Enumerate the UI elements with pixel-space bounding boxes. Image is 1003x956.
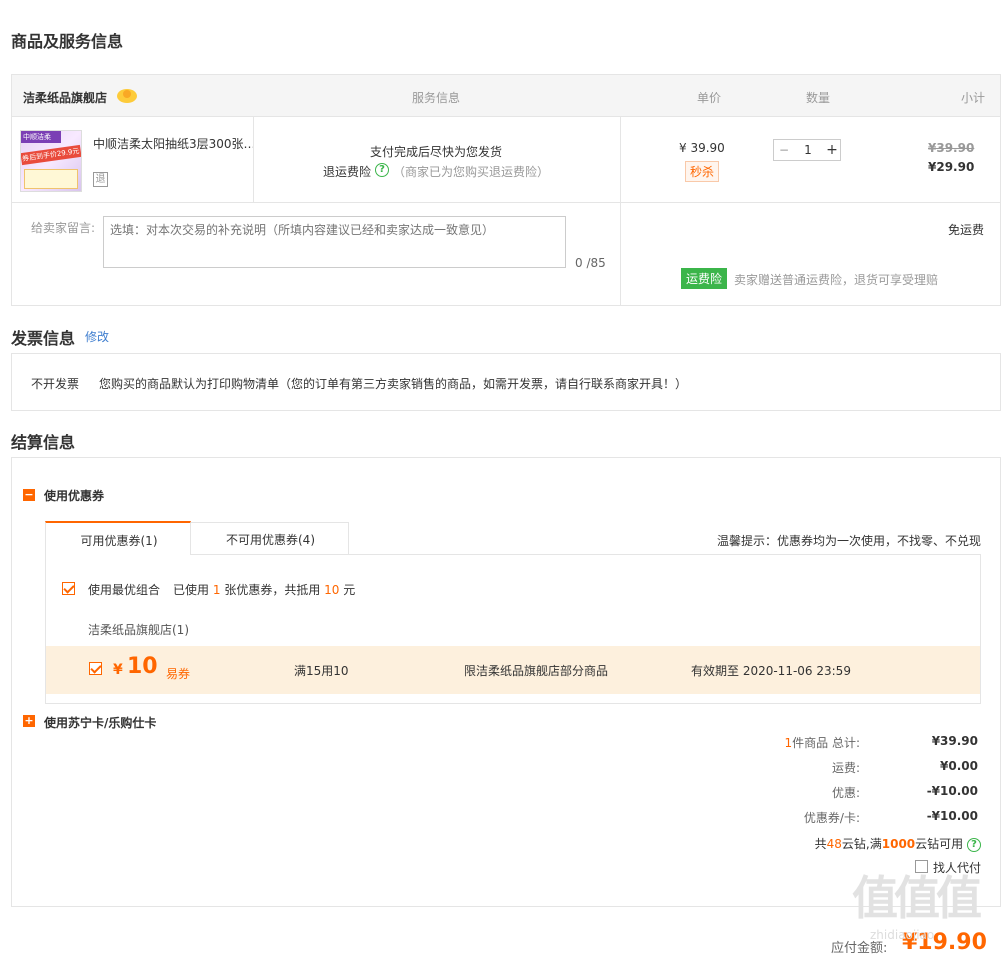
summary-shipping-label: 运费: (831, 761, 860, 775)
col-price: 单价 (697, 91, 722, 105)
summary-count: 1 (784, 736, 793, 750)
summary-coupon-value: -¥10.00 (926, 809, 978, 823)
qty-value[interactable]: 1 (794, 140, 822, 160)
shipping-free: 免运费 (948, 223, 985, 237)
watermark-logo: 值值值 (852, 872, 997, 924)
section-title-settle: 结算信息 (11, 433, 76, 452)
qty-plus-button[interactable]: + (822, 140, 842, 160)
diamond-count: 48 (826, 837, 842, 851)
help-icon[interactable]: ? (967, 837, 981, 852)
summary-discount: 优惠: -¥10.00 (698, 784, 978, 804)
tab-unavailable-label: 不可用优惠券(4) (226, 533, 315, 547)
product-thumbnail[interactable]: 中顺洁柔 券后到手价29.9元 (20, 130, 82, 192)
product-name[interactable]: 中顺洁柔太阳抽纸3层300张… (93, 135, 253, 152)
used-count: 1 (212, 583, 221, 597)
divider (620, 203, 621, 305)
divider (253, 117, 254, 203)
subtotal-original: ¥39.90 (928, 141, 975, 155)
thumb-promo: 券后到手价29.9元 (21, 144, 81, 166)
diamond-info: 共48云钻,满1000云钻可用 ? (815, 835, 981, 852)
coupon-scope: 限洁柔纸品旗舰店部分商品 (464, 664, 609, 678)
tab-available[interactable]: 可用优惠券(1) (45, 521, 191, 555)
summary-total: 1件商品 总计: ¥39.90 (698, 734, 979, 754)
quantity-stepper: − 1 + (773, 139, 841, 161)
coupon-collapse-icon[interactable]: − (23, 489, 35, 501)
subtotal-current: ¥29.90 (928, 160, 975, 174)
insurance-badge: 运费险 (681, 268, 728, 289)
summary-shipping-value: ¥0.00 (940, 759, 978, 773)
watermark-glyph: 值 (852, 872, 898, 924)
refund-tag: 退 (93, 172, 108, 187)
coupon-item[interactable]: ¥ 10 易券 满15用10 限洁柔纸品旗舰店部分商品 有效期至 2020-11… (46, 646, 980, 694)
coupon-type: 易券 (166, 667, 191, 681)
col-service: 服务信息 (412, 91, 461, 105)
diamond-mid: 云钻,满 (841, 837, 882, 851)
summary-coupon: 优惠券/卡: -¥10.00 (698, 809, 978, 829)
watermark-glyph: 值 (894, 872, 940, 924)
table-header: 洁柔纸品旗舰店 服务信息 单价 数量 小计 (12, 75, 1000, 117)
summary-count-label: 件商品 总计: (792, 736, 860, 750)
settle-box: − 使用优惠券 可用优惠券(1) 不可用优惠券(4) 温馨提示：优惠券均为一次使… (11, 457, 1001, 907)
help-icon[interactable]: ? (375, 163, 389, 177)
diamond-prefix: 共 (814, 837, 827, 851)
coupon-tip: 温馨提示：优惠券均为一次使用，不找零、不兑现 (716, 534, 981, 548)
watermark-glyph: 值 (936, 872, 982, 924)
tab-available-label: 可用优惠券(1) (80, 534, 158, 548)
best-combo-label: 使用最优组合 (88, 583, 161, 597)
coupon-item-checkbox[interactable] (89, 662, 102, 675)
service-refund-note: （商家已为您购买退运费险） (393, 165, 550, 179)
summary-total-label: 1件商品 总计: (785, 734, 861, 751)
store-badge-icon (116, 86, 138, 107)
qty-minus-button[interactable]: − (774, 140, 794, 160)
used-prefix: 已使用 (173, 583, 210, 597)
unit-price: ¥ 39.90 (679, 141, 725, 155)
service-refund-label: 退运费险 (323, 165, 372, 179)
watermark-text: zhidiaojiao (870, 928, 935, 942)
section-title-goods: 商品及服务信息 (11, 32, 124, 51)
coupon-store: 洁柔纸品旗舰店(1) (88, 623, 189, 637)
used-suffix: 元 (343, 583, 356, 597)
message-row: 给卖家留言: 0 /85 免运费 运费险 卖家赠送普通运费险，退货可享受理赔 (12, 203, 1000, 305)
tab-unavailable[interactable]: 不可用优惠券(4) (190, 522, 349, 555)
thumb-brand: 中顺洁柔 (21, 131, 61, 143)
used-summary: 已使用 1 张优惠券，共抵用 10 元 (173, 581, 355, 598)
service-ship-text: 支付完成后尽快为您发货 (370, 145, 503, 159)
store-name[interactable]: 洁柔纸品旗舰店 (23, 89, 107, 106)
best-combo-checkbox[interactable] (62, 582, 75, 595)
product-row: 中顺洁柔 券后到手价29.9元 中顺洁柔太阳抽纸3层300张… 退 支付完成后尽… (12, 117, 1000, 203)
summary-total-value: ¥39.90 (931, 734, 978, 748)
diamond-suffix: 云钻可用 (915, 837, 964, 851)
coupon-panel: 使用最优组合 已使用 1 张优惠券，共抵用 10 元 洁柔纸品旗舰店(1) ¥ … (45, 554, 981, 704)
invoice-desc: 您购买的商品默认为打印购物清单（您的订单有第三方卖家销售的商品，如需开发票，请自… (99, 377, 688, 391)
goods-table: 洁柔纸品旗舰店 服务信息 单价 数量 小计 中顺洁柔 券后到手价29.9元 中顺… (11, 74, 1001, 306)
divider (620, 117, 621, 203)
invoice-type: 不开发票 (31, 377, 80, 391)
diamond-need: 1000 (881, 837, 916, 851)
summary-coupon-label: 优惠券/卡: (803, 811, 860, 825)
message-counter: 0 /85 (575, 256, 606, 270)
col-subtotal: 小计 (961, 91, 986, 105)
summary-discount-value: -¥10.00 (926, 784, 978, 798)
summary-discount-label: 优惠: (831, 786, 860, 800)
invoice-box: 不开发票 您购买的商品默认为打印购物清单（您的订单有第三方卖家销售的商品，如需开… (11, 353, 1001, 411)
col-qty: 数量 (806, 91, 831, 105)
thumb-package (24, 169, 78, 189)
summary-shipping: 运费: ¥0.00 (698, 759, 978, 779)
section-title-invoice: 发票信息 (11, 329, 76, 348)
invoice-edit-link[interactable]: 修改 (85, 328, 109, 345)
used-mid: 张优惠券，共抵用 (224, 583, 321, 597)
coupon-amount: 10 (127, 654, 158, 679)
used-amount: 10 (324, 583, 340, 597)
seckill-badge: 秒杀 (685, 161, 720, 182)
coupon-expiry: 有效期至 2020-11-06 23:59 (691, 664, 851, 678)
message-input[interactable] (103, 216, 566, 268)
coupon-rule: 满15用10 (294, 664, 349, 678)
card-title[interactable]: 使用苏宁卡/乐购仕卡 (44, 714, 156, 731)
coupon-currency: ¥ (113, 662, 123, 678)
message-label: 给卖家留言: (31, 221, 96, 235)
insurance-note: 卖家赠送普通运费险，退货可享受理赔 (734, 273, 939, 287)
card-expand-icon[interactable]: + (23, 715, 35, 727)
coupon-title[interactable]: 使用优惠券 (44, 487, 104, 504)
